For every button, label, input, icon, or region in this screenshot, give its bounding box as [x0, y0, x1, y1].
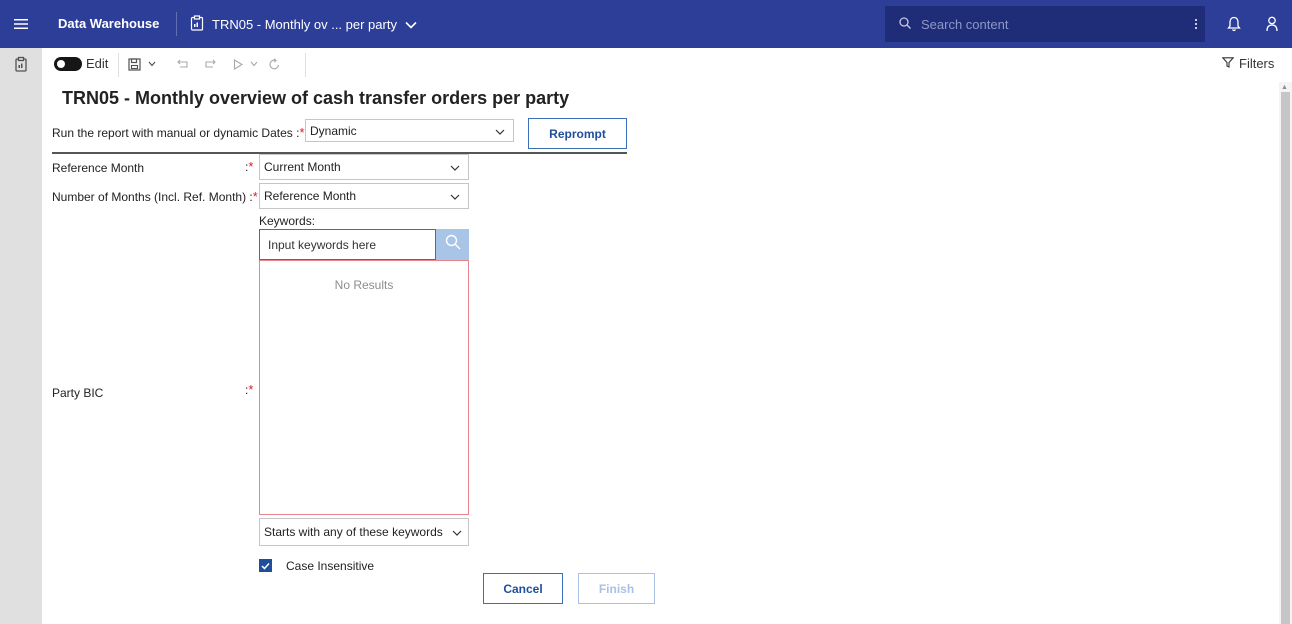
required-marker: *	[248, 382, 254, 397]
toolbar-divider	[118, 53, 119, 77]
search-box[interactable]: Search content	[885, 6, 1205, 42]
match-mode-select[interactable]: Starts with any of these keywords	[259, 518, 469, 546]
save-menu-chevron-icon[interactable]	[148, 54, 156, 74]
party-bic-colon: :*	[245, 382, 254, 397]
chevron-down-icon	[450, 160, 460, 174]
dates-mode-value: Dynamic	[310, 123, 357, 138]
report-title: TRN05 - Monthly overview of cash transfe…	[62, 88, 570, 108]
report-tab-label: TRN05 - Monthly ov ... per party	[212, 16, 397, 32]
filter-icon	[1221, 56, 1235, 71]
keywords-label: Keywords:	[259, 214, 316, 228]
dates-mode-select[interactable]: Dynamic	[305, 119, 514, 142]
edit-label: Edit	[86, 56, 109, 71]
number-of-months-select[interactable]: Reference Month	[259, 183, 469, 209]
edit-toggle[interactable]	[54, 57, 82, 71]
scrollbar-thumb[interactable]	[1281, 92, 1290, 624]
dates-prompt-label: Run the report with manual or dynamic Da…	[52, 125, 305, 140]
chevron-down-icon	[495, 124, 505, 138]
left-rail	[0, 48, 42, 624]
chevron-down-icon	[450, 189, 460, 203]
checkmark-icon	[261, 557, 270, 575]
report-page-icon[interactable]	[13, 56, 29, 72]
required-marker: *	[248, 159, 254, 174]
scroll-up-arrow-icon[interactable]: ▲	[1281, 84, 1288, 91]
app-name[interactable]: Data Warehouse	[58, 0, 159, 48]
search-placeholder: Search content	[921, 16, 1009, 32]
save-icon[interactable]	[128, 54, 141, 74]
keywords-search-button[interactable]	[436, 229, 469, 260]
refresh-icon[interactable]	[269, 54, 280, 74]
undo-icon[interactable]	[176, 54, 188, 74]
report-icon	[190, 14, 204, 34]
search-icon	[445, 234, 461, 255]
keywords-input[interactable]: Input keywords here	[259, 229, 436, 260]
notifications-bell-icon[interactable]	[1222, 0, 1246, 48]
reference-month-colon: :*	[245, 159, 254, 174]
reference-month-label: Reference Month	[52, 161, 145, 175]
number-of-months-value: Reference Month	[264, 189, 357, 203]
reference-month-select[interactable]: Current Month	[259, 154, 469, 180]
toolbar-divider	[305, 53, 306, 77]
party-bic-results-list[interactable]: No Results	[259, 260, 469, 515]
report-tab[interactable]: TRN05 - Monthly ov ... per party	[190, 0, 417, 48]
filters-label: Filters	[1239, 56, 1275, 71]
chevron-down-icon	[452, 525, 462, 539]
top-bar: Data Warehouse TRN05 - Monthly ov ... pe…	[0, 0, 1292, 48]
no-results-text: No Results	[334, 278, 394, 292]
finish-button[interactable]: Finish	[578, 573, 655, 604]
filters-button[interactable]: Filters	[1221, 56, 1275, 71]
more-options-icon[interactable]	[1186, 0, 1206, 48]
user-profile-icon[interactable]	[1260, 0, 1284, 48]
reference-month-value: Current Month	[264, 160, 341, 174]
run-options-chevron-icon[interactable]	[250, 54, 258, 74]
search-icon	[899, 16, 911, 32]
reprompt-button[interactable]: Reprompt	[528, 118, 627, 149]
number-of-months-label: Number of Months (Incl. Ref. Month) :*	[52, 189, 258, 204]
divider	[176, 12, 177, 36]
cancel-button[interactable]: Cancel	[483, 573, 563, 604]
hamburger-menu-icon[interactable]	[0, 0, 42, 48]
redo-icon[interactable]	[205, 54, 217, 74]
required-marker: *	[299, 125, 305, 140]
report-toolbar: Edit Filters	[42, 48, 1292, 82]
run-icon[interactable]	[233, 54, 243, 74]
required-marker: *	[252, 189, 258, 204]
match-mode-value: Starts with any of these keywords	[264, 525, 443, 539]
case-insensitive-checkbox[interactable]	[259, 559, 272, 572]
case-insensitive-label: Case Insensitive	[286, 559, 375, 573]
chevron-down-icon[interactable]	[405, 17, 417, 32]
party-bic-label: Party BIC	[52, 386, 104, 400]
